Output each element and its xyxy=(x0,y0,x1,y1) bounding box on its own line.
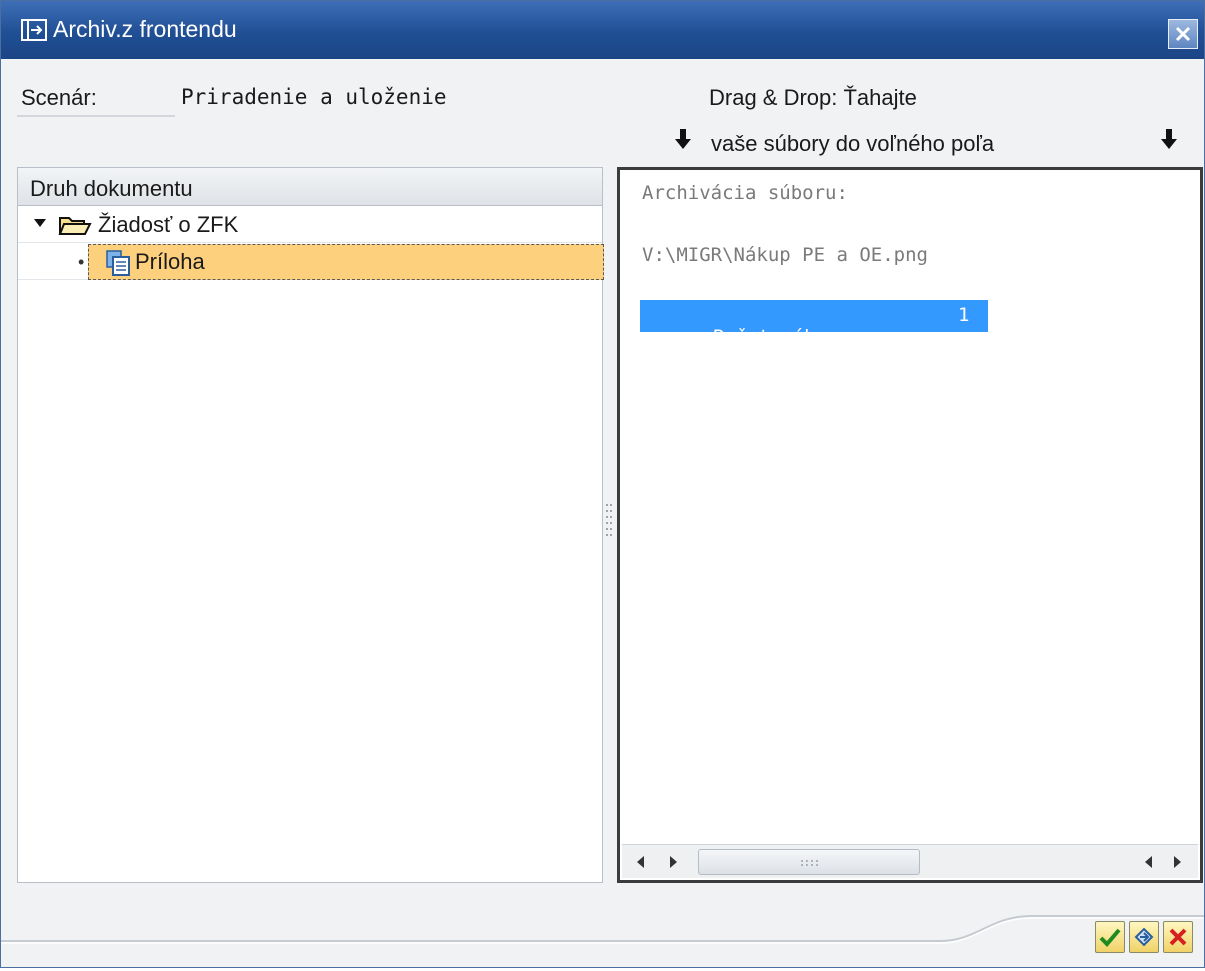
panel-splitter[interactable] xyxy=(605,501,613,541)
scenario-label-underline xyxy=(17,115,175,117)
tree-node-priloha[interactable]: • Príloha xyxy=(18,244,604,280)
folder-open-icon xyxy=(58,217,92,235)
archive-file-path: V:\MIGR\Nákup PE a OE.png xyxy=(642,244,928,266)
scroll-thumb[interactable] xyxy=(698,849,920,875)
dialog-icon xyxy=(21,19,47,41)
footer-divider xyxy=(1,915,1204,944)
scroll-left-icon[interactable] xyxy=(632,853,650,871)
file-count-value: 1 xyxy=(958,304,970,326)
tree-node-zfk[interactable]: Žiadosť o ZFK xyxy=(18,207,602,243)
undo-icon xyxy=(1134,927,1154,947)
drop-area[interactable]: Archivácia súboru: V:\MIGR\Nákup PE a OE… xyxy=(617,167,1203,883)
scenario-value: Priradenie a uloženie xyxy=(181,85,447,109)
tree-leaf-bullet: • xyxy=(78,252,85,272)
drag-drop-hint-title: Drag & Drop: Ťahajte xyxy=(709,85,917,110)
confirm-button[interactable] xyxy=(1095,921,1125,953)
arrow-down-icon xyxy=(1161,129,1177,149)
document-type-tree[interactable]: Druh dokumentu Žiadosť o ZFK • Príloha xyxy=(17,167,604,883)
expand-triangle-icon[interactable] xyxy=(32,215,48,231)
scroll-right-icon[interactable] xyxy=(664,853,682,871)
scroll-right-icon[interactable] xyxy=(1168,853,1186,871)
archive-log-line: Archivácia súboru: xyxy=(642,182,848,204)
tree-column-header[interactable]: Druh dokumentu xyxy=(18,168,602,206)
scroll-grip-icon xyxy=(801,860,818,866)
horizontal-scrollbar[interactable] xyxy=(622,844,1198,878)
tree-column-header-label: Druh dokumentu xyxy=(30,176,193,201)
scenario-label: Scenár: xyxy=(21,85,97,110)
window-title: Archiv.z frontendu xyxy=(53,16,237,42)
close-icon xyxy=(1175,26,1191,42)
drag-drop-hint-text: vaše súbory do voľného poľa xyxy=(711,131,995,156)
cancel-icon xyxy=(1169,928,1187,946)
checkmark-icon xyxy=(1099,928,1121,947)
close-button[interactable] xyxy=(1168,19,1198,49)
selected-node-highlight[interactable]: Príloha xyxy=(88,244,604,280)
tree-node-label: Žiadosť o ZFK xyxy=(98,212,239,237)
file-count-label: Počet súborov: xyxy=(712,326,873,348)
document-icon xyxy=(106,250,130,276)
dialog-window: Archiv.z frontendu Scenár: Priradenie a … xyxy=(0,0,1205,968)
tree-node-label: Príloha xyxy=(135,249,205,274)
title-bar[interactable]: Archiv.z frontendu xyxy=(1,1,1204,59)
arrow-down-icon xyxy=(675,129,691,149)
reject-button[interactable] xyxy=(1129,921,1159,953)
scroll-left-icon[interactable] xyxy=(1140,853,1158,871)
file-count-selection[interactable]: Počet súborov: 1 xyxy=(640,300,988,348)
cancel-button[interactable] xyxy=(1163,921,1193,953)
